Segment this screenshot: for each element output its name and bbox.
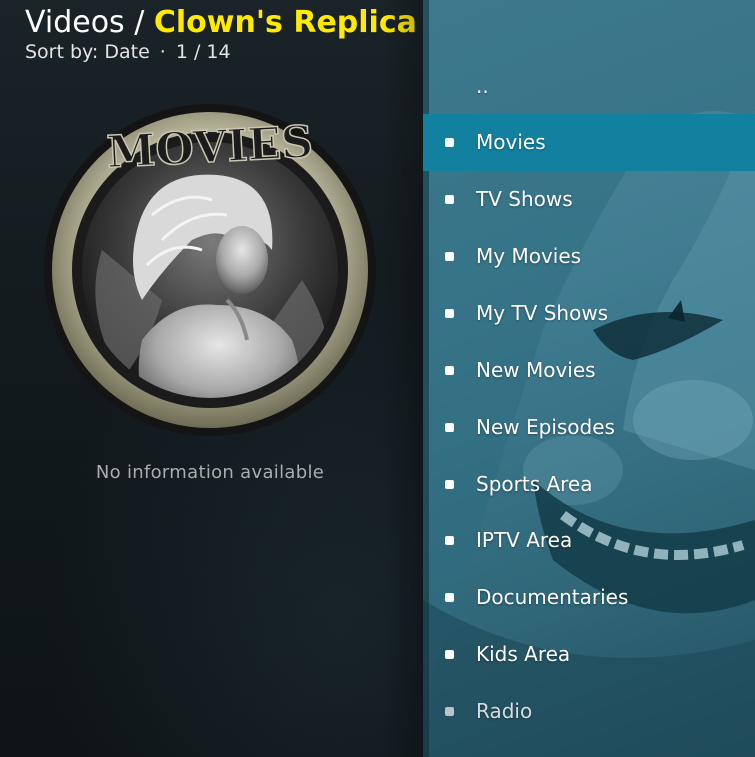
- bullet-icon: [445, 366, 454, 375]
- list-item-label: New Episodes: [476, 415, 615, 439]
- info-message: No information available: [95, 462, 325, 483]
- bullet-icon: [445, 650, 454, 659]
- list-item-my-movies[interactable]: My Movies: [423, 228, 755, 285]
- list-item-label: Kids Area: [476, 642, 571, 666]
- list-item-movies[interactable]: Movies: [423, 114, 755, 171]
- list-item-sports-area[interactable]: Sports Area: [423, 456, 755, 513]
- separator-dot: ·: [159, 41, 166, 63]
- addon-name: Clown's Replica: [153, 5, 417, 40]
- list-item-label: Documentaries: [476, 585, 629, 609]
- list-item-parent-folder[interactable]: ..: [423, 58, 755, 115]
- breadcrumb-separator: /: [124, 5, 154, 40]
- item-position: 1 / 14: [175, 41, 231, 63]
- sort-label: Sort by: Date: [25, 41, 150, 63]
- bullet-icon: [445, 309, 454, 318]
- list-item-my-tv-shows[interactable]: My TV Shows: [423, 285, 755, 342]
- list-item-new-episodes[interactable]: New Episodes: [423, 399, 755, 456]
- list-item-iptv-area[interactable]: IPTV Area: [423, 512, 755, 569]
- list-item-label: Movies: [476, 130, 546, 154]
- list-item-documentaries[interactable]: Documentaries: [423, 569, 755, 626]
- bullet-icon: [445, 593, 454, 602]
- poster-artwork: MOVIES: [44, 104, 376, 436]
- list-item-tv-shows[interactable]: TV Shows: [423, 171, 755, 228]
- section-name: Videos: [25, 5, 125, 40]
- sort-info: Sort by: Date · 1 / 14: [25, 40, 231, 64]
- list-item-label: My Movies: [476, 244, 582, 268]
- info-panel: Videos / Clown's Replica Sort by: Date · 1…: [0, 0, 423, 757]
- bullet-icon: [445, 480, 454, 489]
- list-item-label: TV Shows: [476, 187, 573, 211]
- list-item-label: IPTV Area: [476, 528, 573, 552]
- bullet-icon: [445, 138, 454, 147]
- list-item-radio[interactable]: Radio: [423, 683, 755, 740]
- list-panel: .. Movies TV Shows My Movies My TV Shows…: [423, 0, 755, 757]
- list-item-label: My TV Shows: [476, 301, 609, 325]
- list-item-label: New Movies: [476, 358, 596, 382]
- list-item-label: ..: [476, 74, 489, 98]
- page-title: Videos / Clown's Replica: [25, 4, 417, 42]
- bullet-icon: [445, 707, 454, 716]
- poster-logo-text: MOVIES: [106, 117, 315, 179]
- addon-poster: MOVIES: [42, 100, 378, 436]
- list-item-kids-area[interactable]: Kids Area: [423, 626, 755, 683]
- bullet-icon: [445, 423, 454, 432]
- kodi-window: Videos / Clown's Replica Sort by: Date · 1…: [0, 0, 755, 757]
- bullet-icon: [445, 536, 454, 545]
- list-item-label: Sports Area: [476, 472, 593, 496]
- bullet-icon: [445, 252, 454, 261]
- list-item-new-movies[interactable]: New Movies: [423, 342, 755, 399]
- list-item-label: Radio: [476, 699, 533, 723]
- bullet-icon: [445, 195, 454, 204]
